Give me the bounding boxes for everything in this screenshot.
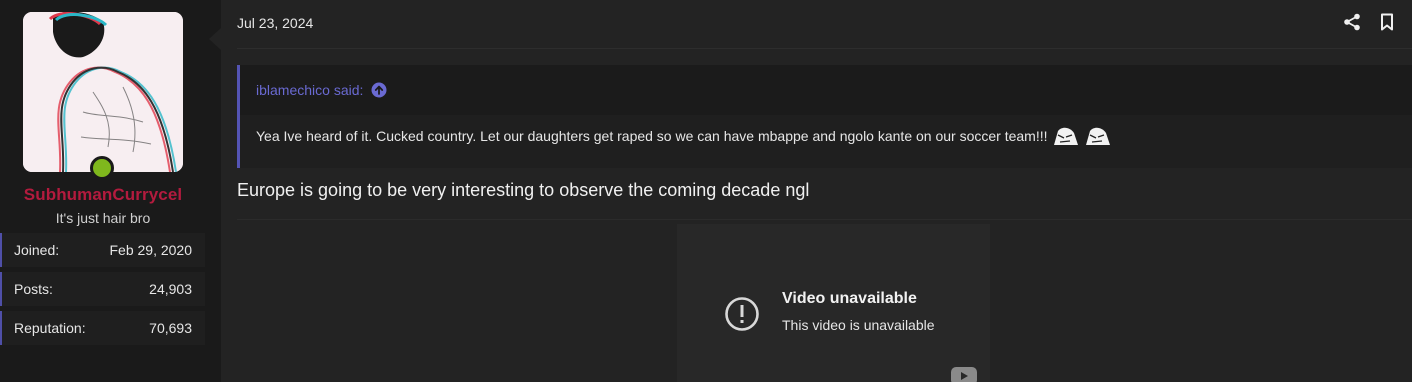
stat-value: 70,693 — [149, 320, 192, 336]
quote-body: Yea Ive heard of it. Cucked country. Let… — [256, 125, 1112, 147]
quote-header[interactable]: iblamechico said: — [240, 65, 1412, 115]
stat-reputation: Reputation: 70,693 — [0, 311, 205, 345]
stat-value: 24,903 — [149, 281, 192, 297]
wojak-icon — [1085, 127, 1110, 145]
content-divider — [237, 219, 1412, 220]
bookmark-icon[interactable] — [1379, 13, 1395, 31]
quote-text: Yea Ive heard of it. Cucked country. Let… — [256, 128, 1048, 144]
user-info-column: SubhumanCurrycel It's just hair bro Join… — [0, 0, 221, 382]
stat-value: Feb 29, 2020 — [109, 242, 192, 258]
stat-posts: Posts: 24,903 — [0, 272, 205, 306]
quote-author[interactable]: iblamechico said: — [256, 82, 363, 98]
header-divider — [237, 48, 1412, 49]
share-icon[interactable] — [1343, 13, 1361, 31]
wojak-icon — [1053, 127, 1078, 145]
video-status-title: Video unavailable — [782, 290, 917, 307]
stat-label: Joined: — [14, 242, 60, 258]
avatar[interactable] — [23, 12, 183, 172]
avatar-image — [23, 12, 183, 172]
stat-label: Reputation: — [14, 320, 86, 336]
online-status-indicator — [90, 156, 114, 180]
youtube-icon[interactable] — [951, 367, 977, 382]
video-embed[interactable]: Video unavailable This video is unavaila… — [677, 224, 990, 382]
stat-label: Posts: — [14, 281, 53, 297]
username-link[interactable]: SubhumanCurrycel — [0, 185, 206, 205]
video-status-subtitle: This video is unavailable — [782, 317, 935, 333]
forum-post: SubhumanCurrycel It's just hair bro Join… — [0, 0, 1412, 382]
user-title: It's just hair bro — [55, 210, 151, 226]
stat-joined: Joined: Feb 29, 2020 — [0, 233, 205, 267]
exclamation-circle-icon — [725, 297, 759, 331]
message-pointer-arrow — [209, 28, 221, 50]
message-text: Europe is going to be very interesting t… — [237, 180, 810, 200]
message-column: Jul 23, 2024 iblamechico said: Yea Ive h… — [221, 0, 1412, 382]
quote-block: iblamechico said: Yea Ive heard of it. C… — [237, 65, 1412, 168]
post-date-link[interactable]: Jul 23, 2024 — [237, 15, 313, 31]
go-to-quoted-post-icon[interactable] — [371, 82, 387, 98]
